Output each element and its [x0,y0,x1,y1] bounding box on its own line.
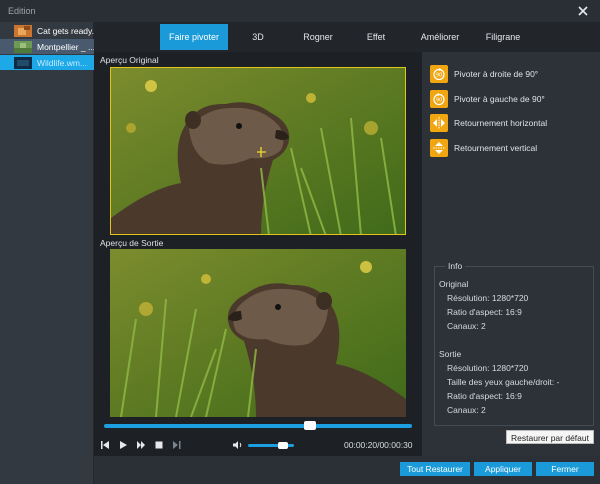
flip-horizontal-icon [430,114,448,132]
output-resolution: Résolution: 1280*720 [447,363,529,373]
marmot-image [111,68,405,234]
marmot-image-flipped [110,249,406,417]
output-aspect-ratio: Ratio d'aspect: 16:9 [447,391,522,401]
tab-effect[interactable]: Effet [356,24,396,50]
rotate-left-label: Pivoter à gauche de 90° [454,94,545,104]
play-icon[interactable] [118,440,128,450]
file-item[interactable]: Cat gets ready... [0,23,94,38]
output-eye-size: Taille des yeux gauche/droit: - [447,377,560,387]
file-name: Montpellier _ ... [37,41,94,52]
rotate-options-panel: 90 Pivoter à droite de 90° 90 Pivoter à … [422,52,600,456]
file-item-selected[interactable]: Montpellier _ ... [0,39,94,54]
output-preview [110,249,406,417]
svg-text:90: 90 [436,98,442,104]
flip-vertical-icon [430,139,448,157]
tab-enhance[interactable]: Améliorer [412,24,468,50]
previous-frame-icon[interactable] [100,440,110,450]
flip-horizontal-label: Retournement horizontal [454,118,548,128]
progress-handle[interactable] [304,421,317,430]
stop-icon[interactable] [154,440,164,450]
video-thumbnail [14,40,32,53]
close-icon[interactable] [576,4,590,18]
file-name: Cat gets ready... [37,25,94,36]
output-channels: Canaux: 2 [447,405,486,415]
rotate-right-90-icon: 90 [430,65,448,83]
window-title: Edition [8,6,36,16]
rotate-left-button[interactable]: 90 Pivoter à gauche de 90° [430,89,545,109]
original-channels: Canaux: 2 [447,321,486,331]
preview-area: Aperçu Original Aperçu de Sortie [94,52,422,456]
original-preview-label: Aperçu Original [100,55,159,65]
playback-progress-bar[interactable] [104,421,412,430]
output-heading: Sortie [439,349,462,359]
flip-horizontal-button[interactable]: Retournement horizontal [430,113,547,133]
svg-text:90: 90 [436,73,442,79]
restore-default-button[interactable]: Restaurer par défaut [506,430,594,444]
video-thumbnail [14,56,32,69]
flip-vertical-label: Retournement vertical [454,143,538,153]
player-controls: 00:00:20/00:00:30 [94,434,422,456]
tab-crop[interactable]: Rogner [294,24,342,50]
volume-icon[interactable] [232,440,244,450]
timecode: 00:00:20/00:00:30 [344,440,413,450]
tab-rotate[interactable]: Faire pivoter [160,24,228,50]
file-name: Wildlife.wm... [37,57,88,68]
volume-handle[interactable] [277,442,288,449]
edit-tabs: Faire pivoter 3D Rogner Effet Améliorer … [94,22,600,52]
next-frame-icon[interactable] [172,440,182,450]
original-aspect-ratio: Ratio d'aspect: 16:9 [447,307,522,317]
output-preview-label: Aperçu de Sortie [100,238,164,248]
close-button[interactable]: Fermer [536,462,594,476]
fast-forward-icon[interactable] [136,440,146,450]
tab-watermark[interactable]: Filigrane [478,24,528,50]
rotate-left-90-icon: 90 [430,90,448,108]
apply-button[interactable]: Appliquer [474,462,532,476]
original-preview [110,67,406,235]
rotate-right-label: Pivoter à droite de 90° [454,69,539,79]
window-titlebar: Edition [0,0,600,22]
volume-slider[interactable] [248,442,294,449]
tab-3d[interactable]: 3D [240,24,276,50]
original-heading: Original [439,279,469,289]
original-resolution: Résolution: 1280*720 [447,293,529,303]
file-item-active[interactable]: Wildlife.wm... [0,55,94,70]
rotate-right-button[interactable]: 90 Pivoter à droite de 90° [430,64,538,84]
flip-vertical-button[interactable]: Retournement vertical [430,138,537,158]
video-thumbnail [14,24,32,37]
info-box: Info Original Résolution: 1280*720 Ratio… [434,261,594,426]
info-title: Info [445,261,466,271]
restore-all-button[interactable]: Tout Restaurer [400,462,470,476]
file-list: Cat gets ready... Montpellier _ ... Wild… [0,22,94,484]
